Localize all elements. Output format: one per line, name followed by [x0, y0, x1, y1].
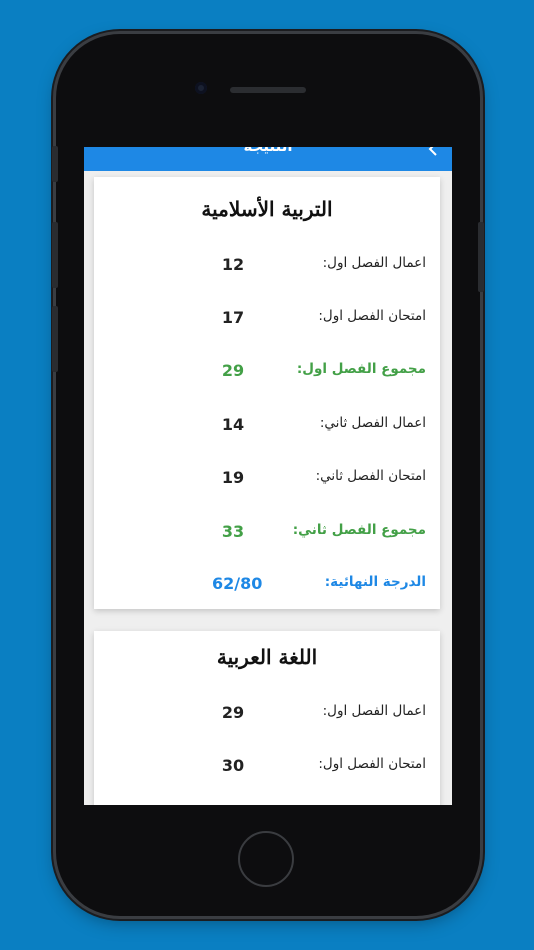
subtotal-label: مجموع الفصل ثاني: — [292, 522, 426, 538]
grade-label: امتحان الفصل اول: — [318, 756, 426, 772]
subtotal-label: مجموع الفصل اول: — [296, 361, 426, 377]
subtotal-row: مجموع الفصل ثاني: 33 — [94, 522, 440, 546]
page-title: النتيجة — [84, 147, 452, 155]
grade-label: امتحان الفصل اول: — [318, 308, 426, 324]
earpiece-speaker — [230, 87, 306, 93]
volume-down-button — [52, 306, 58, 372]
screen: النتيجة التربية الأسلامية اعمال الفصل او… — [84, 147, 452, 805]
subject-card: اللغة العربية اعمال الفصل اول: 29 امتحان… — [94, 631, 440, 805]
grade-label: امتحان الفصل ثاني: — [315, 468, 426, 484]
final-grade-row: الدرجة النهائية: 62/80 — [94, 574, 440, 598]
app-bar: النتيجة — [84, 147, 452, 171]
subtotal-row: مجموع الفصل اول: 29 — [94, 361, 440, 385]
grade-value: 14 — [221, 415, 245, 434]
grade-value: 12 — [221, 255, 245, 274]
subtotal-value: 33 — [221, 522, 245, 541]
grade-label: اعمال الفصل ثاني: — [319, 415, 426, 431]
grade-row: اعمال الفصل اول: 12 — [94, 255, 440, 279]
chevron-left-icon[interactable] — [426, 147, 442, 157]
grade-row: اعمال الفصل اول: 29 — [94, 703, 440, 727]
grade-value: 29 — [221, 703, 245, 722]
power-button — [478, 222, 484, 292]
subject-card: التربية الأسلامية اعمال الفصل اول: 12 ام… — [94, 177, 440, 609]
grade-row: امتحان الفصل ثاني: 19 — [94, 468, 440, 492]
grade-label: اعمال الفصل اول: — [322, 703, 426, 719]
final-grade-value: 62/80 — [212, 574, 263, 593]
grade-row: امتحان الفصل اول: 17 — [94, 308, 440, 332]
subject-title: اللغة العربية — [216, 645, 318, 669]
front-camera — [195, 82, 207, 94]
grade-value: 30 — [221, 756, 245, 775]
volume-up-button — [52, 222, 58, 288]
grade-label: اعمال الفصل اول: — [322, 255, 426, 271]
grade-row: امتحان الفصل اول: 30 — [94, 756, 440, 780]
grade-value: 19 — [221, 468, 245, 487]
subject-title: التربية الأسلامية — [201, 197, 333, 221]
grade-value: 17 — [221, 308, 245, 327]
final-grade-label: الدرجة النهائية: — [324, 574, 426, 590]
mute-switch — [52, 146, 58, 182]
subtotal-value: 29 — [221, 361, 245, 380]
grade-row: اعمال الفصل ثاني: 14 — [94, 415, 440, 439]
home-button[interactable] — [238, 831, 294, 887]
